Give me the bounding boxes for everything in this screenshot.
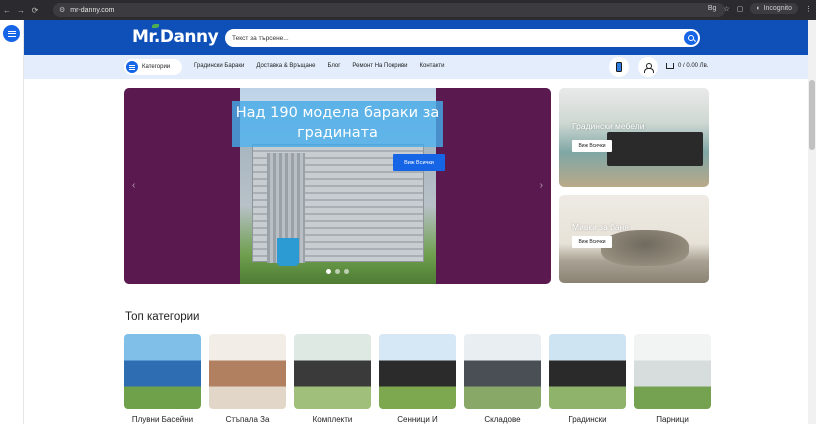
address-bar[interactable]: ⚙ mr-danny.com [53, 3, 725, 17]
stair-mats-image[interactable] [209, 334, 286, 409]
nav-link-contacts[interactable]: Контакти [420, 63, 445, 69]
slider-dot[interactable] [344, 269, 349, 274]
slider-next-icon[interactable]: › [540, 180, 543, 191]
search-button[interactable] [684, 31, 698, 45]
hamburger-icon [7, 30, 16, 37]
category-card[interactable]: Комплекти [294, 334, 371, 424]
gazebo-image[interactable] [379, 334, 456, 409]
top-categories-title: Топ категории [125, 311, 200, 323]
side-menu-button[interactable] [3, 25, 20, 42]
page-scrollbar[interactable] [808, 20, 816, 424]
incognito-label: Incognito [763, 5, 792, 12]
category-name[interactable]: Складове [464, 415, 541, 424]
site-header: Mr.Danny Текст за търсене... [24, 20, 808, 55]
back-icon[interactable]: ← [0, 6, 14, 15]
category-name[interactable]: Парници [634, 415, 711, 424]
forward-icon[interactable]: → [14, 6, 28, 15]
incognito-icon: ◐ [756, 5, 761, 12]
search-placeholder: Текст за търсене... [232, 34, 289, 42]
category-name[interactable]: Градински [549, 415, 626, 424]
url-text: mr-danny.com [70, 6, 115, 14]
promo-title: Градински мебели [572, 121, 645, 131]
categories-label: Категории [142, 64, 171, 70]
furniture-set-image[interactable] [294, 334, 371, 409]
browser-toolbar: ← → ⟳ ⚙ mr-danny.com Bg ☆ ▢ ◐ Incognito … [0, 0, 816, 20]
categories-icon [126, 61, 138, 73]
nav-link-roof-repair[interactable]: Ремонт На Покриви [352, 63, 407, 69]
promo-view-all-button[interactable]: Виж Всички [572, 236, 612, 248]
sofa-image [607, 132, 703, 166]
pool-image[interactable] [124, 334, 201, 409]
scrollbar-thumb[interactable] [809, 80, 815, 150]
categories-button[interactable]: Категории [124, 59, 182, 75]
hero-view-all-button[interactable]: Виж Всички [393, 154, 445, 171]
category-card[interactable]: Стъпала За [209, 334, 286, 424]
category-card[interactable]: Градински [549, 334, 626, 424]
account-button[interactable] [638, 57, 658, 77]
category-name[interactable]: Комплекти [294, 415, 371, 424]
logo-leaf-icon [152, 24, 159, 28]
tab-search-icon[interactable]: ▢ [737, 5, 744, 13]
language-badge[interactable]: Bg [708, 5, 717, 12]
search-icon [688, 35, 694, 41]
category-card[interactable]: Складове [464, 334, 541, 424]
slider-dots [326, 269, 349, 274]
side-rail [0, 20, 24, 424]
slider-dot[interactable] [326, 269, 331, 274]
bucket-image [277, 238, 299, 266]
incognito-indicator[interactable]: ◐ Incognito [750, 3, 798, 14]
site-info-icon[interactable]: ⚙ [59, 6, 65, 14]
hero-title: Над 190 модела бараки за градината [232, 101, 443, 147]
greenhouse-image[interactable] [634, 334, 711, 409]
category-name[interactable]: Сенници И [379, 415, 456, 424]
promo-garden-furniture[interactable]: Градински мебели Виж Всички [559, 88, 709, 187]
hero-slider: Над 190 модела бараки за градината Виж В… [124, 88, 551, 284]
reload-icon[interactable]: ⟳ [28, 6, 42, 15]
cart-total: 0 / 0.00 Лв. [678, 63, 709, 69]
main-nav: Категории Градински Бараки Доставка & Вр… [24, 55, 808, 79]
menu-kebab-icon[interactable]: ⋮ [805, 5, 812, 13]
cart-icon [666, 63, 674, 69]
category-name[interactable]: Стъпала За [209, 415, 286, 424]
category-card[interactable]: Парници [634, 334, 711, 424]
cart-button[interactable]: 0 / 0.00 Лв. [666, 63, 708, 69]
slider-prev-icon[interactable]: ‹ [132, 180, 135, 191]
sink-image [601, 230, 689, 266]
bookmark-star-icon[interactable]: ☆ [723, 5, 729, 13]
nav-link-delivery[interactable]: Доставка & Връщане [256, 63, 315, 69]
phone-icon [616, 62, 622, 72]
category-name[interactable]: Плувни Басейни [124, 415, 201, 424]
nav-link-blog[interactable]: Блог [327, 63, 340, 69]
umbrella-image[interactable] [549, 334, 626, 409]
promo-title: Мивки за баня [572, 222, 629, 232]
nav-link-garden-sheds[interactable]: Градински Бараки [194, 63, 244, 69]
phone-button[interactable] [609, 57, 629, 77]
promo-view-all-button[interactable]: Виж Всички [572, 140, 612, 152]
storage-shed-image[interactable] [464, 334, 541, 409]
promo-bathroom-sinks[interactable]: Мивки за баня Виж Всички [559, 195, 709, 283]
user-icon [644, 63, 654, 73]
category-card[interactable]: Сенници И [379, 334, 456, 424]
site-logo[interactable]: Mr.Danny [132, 27, 219, 47]
category-card[interactable]: Плувни Басейни [124, 334, 201, 424]
category-grid: Плувни Басейни Стъпала За Комплекти Сенници… [124, 334, 711, 424]
slider-dot[interactable] [335, 269, 340, 274]
search-input[interactable]: Текст за търсене... [225, 29, 700, 47]
